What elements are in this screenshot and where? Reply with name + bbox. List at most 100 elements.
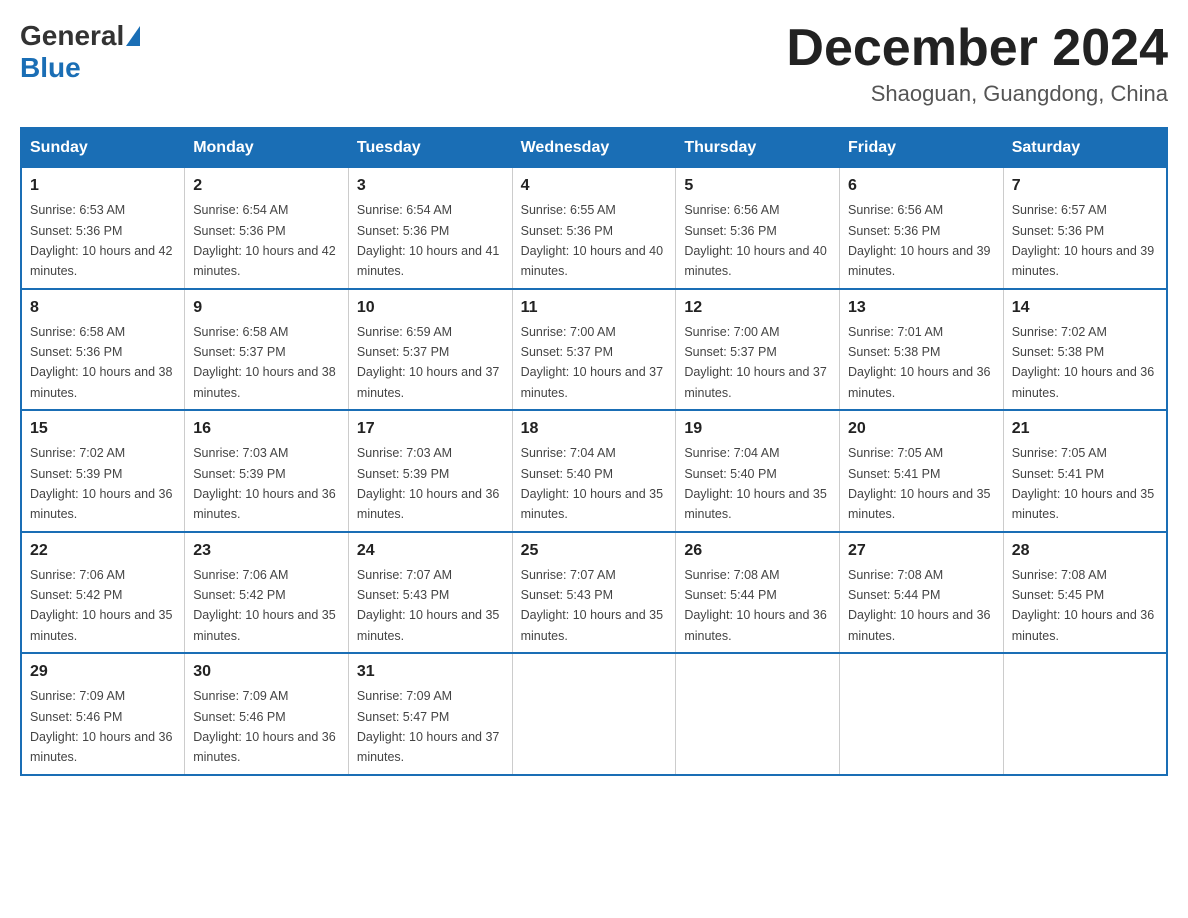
- day-info: Sunrise: 7:08 AMSunset: 5:45 PMDaylight:…: [1012, 568, 1154, 643]
- day-number: 15: [30, 417, 176, 441]
- calendar-cell: 5 Sunrise: 6:56 AMSunset: 5:36 PMDaylight…: [676, 168, 840, 289]
- day-info: Sunrise: 7:02 AMSunset: 5:38 PMDaylight:…: [1012, 325, 1154, 400]
- day-info: Sunrise: 6:53 AMSunset: 5:36 PMDaylight:…: [30, 203, 172, 278]
- day-number: 5: [684, 174, 831, 198]
- calendar-cell: 18 Sunrise: 7:04 AMSunset: 5:40 PMDayligh…: [512, 410, 676, 532]
- day-info: Sunrise: 6:54 AMSunset: 5:36 PMDaylight:…: [357, 203, 499, 278]
- day-number: 14: [1012, 296, 1158, 320]
- column-header-friday: Friday: [840, 128, 1004, 168]
- day-info: Sunrise: 6:56 AMSunset: 5:36 PMDaylight:…: [848, 203, 990, 278]
- column-header-sunday: Sunday: [21, 128, 185, 168]
- day-info: Sunrise: 7:03 AMSunset: 5:39 PMDaylight:…: [357, 446, 499, 521]
- calendar-week-row: 22 Sunrise: 7:06 AMSunset: 5:42 PMDayligh…: [21, 532, 1167, 654]
- day-number: 30: [193, 660, 340, 684]
- calendar-cell: 10Sunrise: 6:59 AMSunset: 5:37 PMDayligh…: [348, 289, 512, 411]
- calendar-cell: 29 Sunrise: 7:09 AMSunset: 5:46 PMDayligh…: [21, 653, 185, 775]
- calendar-cell: 7 Sunrise: 6:57 AMSunset: 5:36 PMDaylight…: [1003, 168, 1167, 289]
- day-info: Sunrise: 7:00 AMSunset: 5:37 PMDaylight:…: [684, 325, 826, 400]
- day-number: 26: [684, 539, 831, 563]
- column-header-wednesday: Wednesday: [512, 128, 676, 168]
- calendar-cell: 12 Sunrise: 7:00 AMSunset: 5:37 PMDayligh…: [676, 289, 840, 411]
- calendar-subtitle: Shaoguan, Guangdong, China: [786, 81, 1168, 107]
- day-number: 20: [848, 417, 995, 441]
- calendar-header-row: SundayMondayTuesdayWednesdayThursdayFrid…: [21, 128, 1167, 168]
- column-header-saturday: Saturday: [1003, 128, 1167, 168]
- calendar-cell: 9Sunrise: 6:58 AMSunset: 5:37 PMDaylight…: [185, 289, 349, 411]
- calendar-cell: 8Sunrise: 6:58 AMSunset: 5:36 PMDaylight…: [21, 289, 185, 411]
- day-info: Sunrise: 7:09 AMSunset: 5:46 PMDaylight:…: [30, 689, 172, 764]
- calendar-cell: 19 Sunrise: 7:04 AMSunset: 5:40 PMDayligh…: [676, 410, 840, 532]
- calendar-cell: 25 Sunrise: 7:07 AMSunset: 5:43 PMDayligh…: [512, 532, 676, 654]
- logo-triangle-icon: [126, 26, 140, 46]
- day-info: Sunrise: 7:06 AMSunset: 5:42 PMDaylight:…: [193, 568, 335, 643]
- day-number: 28: [1012, 539, 1158, 563]
- day-info: Sunrise: 7:03 AMSunset: 5:39 PMDaylight:…: [193, 446, 335, 521]
- calendar-cell: [676, 653, 840, 775]
- day-number: 18: [521, 417, 668, 441]
- day-info: Sunrise: 7:08 AMSunset: 5:44 PMDaylight:…: [684, 568, 826, 643]
- day-number: 29: [30, 660, 176, 684]
- calendar-cell: 31Sunrise: 7:09 AMSunset: 5:47 PMDayligh…: [348, 653, 512, 775]
- calendar-cell: 3 Sunrise: 6:54 AMSunset: 5:36 PMDaylight…: [348, 168, 512, 289]
- calendar-cell: [840, 653, 1004, 775]
- day-info: Sunrise: 7:09 AMSunset: 5:46 PMDaylight:…: [193, 689, 335, 764]
- day-number: 25: [521, 539, 668, 563]
- calendar-cell: 6Sunrise: 6:56 AMSunset: 5:36 PMDaylight…: [840, 168, 1004, 289]
- page-header: General Blue December 2024 Shaoguan, Gua…: [20, 20, 1168, 107]
- calendar-week-row: 1Sunrise: 6:53 AMSunset: 5:36 PMDaylight…: [21, 168, 1167, 289]
- day-number: 19: [684, 417, 831, 441]
- day-number: 21: [1012, 417, 1158, 441]
- day-info: Sunrise: 7:01 AMSunset: 5:38 PMDaylight:…: [848, 325, 990, 400]
- day-number: 7: [1012, 174, 1158, 198]
- day-info: Sunrise: 6:57 AMSunset: 5:36 PMDaylight:…: [1012, 203, 1154, 278]
- day-info: Sunrise: 7:04 AMSunset: 5:40 PMDaylight:…: [684, 446, 826, 521]
- day-info: Sunrise: 7:08 AMSunset: 5:44 PMDaylight:…: [848, 568, 990, 643]
- calendar-cell: 30 Sunrise: 7:09 AMSunset: 5:46 PMDayligh…: [185, 653, 349, 775]
- day-number: 8: [30, 296, 176, 320]
- calendar-cell: 28 Sunrise: 7:08 AMSunset: 5:45 PMDayligh…: [1003, 532, 1167, 654]
- calendar-cell: 11 Sunrise: 7:00 AMSunset: 5:37 PMDayligh…: [512, 289, 676, 411]
- day-number: 16: [193, 417, 340, 441]
- day-info: Sunrise: 7:07 AMSunset: 5:43 PMDaylight:…: [357, 568, 499, 643]
- column-header-thursday: Thursday: [676, 128, 840, 168]
- day-info: Sunrise: 7:05 AMSunset: 5:41 PMDaylight:…: [848, 446, 990, 521]
- calendar-cell: 4Sunrise: 6:55 AMSunset: 5:36 PMDaylight…: [512, 168, 676, 289]
- column-header-tuesday: Tuesday: [348, 128, 512, 168]
- calendar-cell: 17Sunrise: 7:03 AMSunset: 5:39 PMDayligh…: [348, 410, 512, 532]
- day-number: 2: [193, 174, 340, 198]
- day-number: 9: [193, 296, 340, 320]
- calendar-cell: [1003, 653, 1167, 775]
- calendar-cell: 20 Sunrise: 7:05 AMSunset: 5:41 PMDayligh…: [840, 410, 1004, 532]
- column-header-monday: Monday: [185, 128, 349, 168]
- day-info: Sunrise: 6:55 AMSunset: 5:36 PMDaylight:…: [521, 203, 663, 278]
- title-area: December 2024 Shaoguan, Guangdong, China: [786, 20, 1168, 107]
- day-info: Sunrise: 7:00 AMSunset: 5:37 PMDaylight:…: [521, 325, 663, 400]
- logo-general-text: General: [20, 20, 124, 52]
- calendar-week-row: 29 Sunrise: 7:09 AMSunset: 5:46 PMDayligh…: [21, 653, 1167, 775]
- day-number: 3: [357, 174, 504, 198]
- calendar-cell: 23 Sunrise: 7:06 AMSunset: 5:42 PMDayligh…: [185, 532, 349, 654]
- calendar-cell: 14 Sunrise: 7:02 AMSunset: 5:38 PMDayligh…: [1003, 289, 1167, 411]
- calendar-cell: 27 Sunrise: 7:08 AMSunset: 5:44 PMDayligh…: [840, 532, 1004, 654]
- day-number: 10: [357, 296, 504, 320]
- day-info: Sunrise: 6:54 AMSunset: 5:36 PMDaylight:…: [193, 203, 335, 278]
- day-info: Sunrise: 6:56 AMSunset: 5:36 PMDaylight:…: [684, 203, 826, 278]
- day-number: 23: [193, 539, 340, 563]
- day-info: Sunrise: 7:04 AMSunset: 5:40 PMDaylight:…: [521, 446, 663, 521]
- calendar-week-row: 15Sunrise: 7:02 AMSunset: 5:39 PMDayligh…: [21, 410, 1167, 532]
- day-number: 27: [848, 539, 995, 563]
- day-number: 12: [684, 296, 831, 320]
- day-info: Sunrise: 7:07 AMSunset: 5:43 PMDaylight:…: [521, 568, 663, 643]
- day-number: 11: [521, 296, 668, 320]
- calendar-cell: [512, 653, 676, 775]
- day-number: 13: [848, 296, 995, 320]
- day-number: 31: [357, 660, 504, 684]
- calendar-title: December 2024: [786, 20, 1168, 77]
- day-number: 22: [30, 539, 176, 563]
- calendar-cell: 26 Sunrise: 7:08 AMSunset: 5:44 PMDayligh…: [676, 532, 840, 654]
- calendar-table: SundayMondayTuesdayWednesdayThursdayFrid…: [20, 127, 1168, 776]
- day-number: 24: [357, 539, 504, 563]
- logo-blue-text: Blue: [20, 52, 81, 83]
- day-info: Sunrise: 7:06 AMSunset: 5:42 PMDaylight:…: [30, 568, 172, 643]
- logo: General Blue: [20, 20, 142, 84]
